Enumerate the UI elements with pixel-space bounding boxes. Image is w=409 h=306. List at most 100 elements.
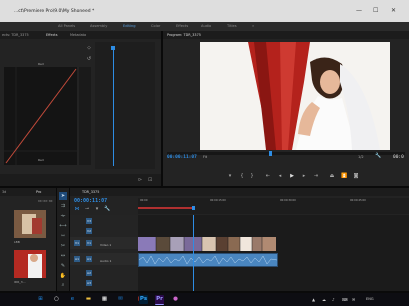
track-target-v3[interactable]: V3 <box>86 218 92 224</box>
program-playhead[interactable] <box>269 151 272 156</box>
workspace-color[interactable]: Color <box>151 24 160 28</box>
play-icon[interactable]: ▶ <box>289 173 295 179</box>
filter-icon[interactable]: ⊳ <box>138 177 142 183</box>
store-icon[interactable]: ▦ <box>100 295 109 304</box>
track-target-a2[interactable]: A2 <box>86 270 92 276</box>
track-target-v1[interactable]: V1 <box>86 240 92 246</box>
premiere-icon[interactable]: Pr <box>155 295 164 305</box>
ripple-edit-tool-icon[interactable]: ⟛ <box>59 212 67 220</box>
workspace-more[interactable]: » <box>252 24 254 28</box>
tab-effects[interactable]: Effects <box>46 33 58 37</box>
program-fit-dropdown[interactable]: Fit <box>203 155 207 159</box>
add-marker-icon[interactable]: ▾ <box>94 206 100 212</box>
tab-effect-controls[interactable]: ects: TDR_3375 <box>2 33 29 37</box>
minimize-button[interactable]: — <box>356 7 362 14</box>
tab-timeline-sequence[interactable]: TDR_3375 <box>82 190 99 194</box>
ruler-label-2: 00:00:30:00 <box>280 199 296 202</box>
timeline-settings-icon[interactable]: 🔧 <box>104 206 110 212</box>
go-to-in-icon[interactable]: ⇤ <box>265 173 271 179</box>
track-header-v1[interactable]: V1 V1 Video 1 <box>70 237 138 249</box>
windows-taskbar: ⊞ ○ e ▬ ▦ ✉ ■ Ps Pr ● ▲ ☁ ♪ ⌨ ✉ ENG <box>0 293 409 306</box>
timeline-playhead[interactable] <box>192 206 195 210</box>
selection-tool-icon[interactable]: ➤ <box>59 192 67 200</box>
tab-metadata[interactable]: Metadata <box>70 33 86 37</box>
linked-selection-icon[interactable]: ⊸ <box>84 206 90 212</box>
track-header-v3[interactable]: V3 <box>70 217 138 225</box>
reset-icon[interactable]: ↺ <box>86 56 92 62</box>
workspace-titles[interactable]: Titles <box>227 24 237 28</box>
extract-icon[interactable]: ⏫ <box>341 173 347 179</box>
timeline-ruler[interactable]: 00:00 00:00:15:00 00:00:30:00 00:00:45:0… <box>138 198 409 214</box>
source-patch-v1[interactable]: V1 <box>74 240 80 246</box>
track-header-v2[interactable]: V2 <box>70 227 138 235</box>
program-video-frame[interactable] <box>200 42 390 150</box>
track-select-tool-icon[interactable]: ⇉ <box>59 202 67 210</box>
export-icon[interactable]: ⊡ <box>148 177 152 183</box>
photoshop-icon[interactable]: Ps <box>139 295 148 304</box>
tab-project-3d[interactable]: 3d <box>2 190 6 194</box>
track-name-v1: Video 1 <box>100 243 112 247</box>
audio-clip[interactable] <box>138 253 278 267</box>
start-icon[interactable]: ⊞ <box>36 295 45 304</box>
track-target-a3[interactable]: A3 <box>86 280 92 286</box>
volume-icon[interactable]: ♪ <box>332 297 335 302</box>
window-title: ...ct\Premiere Pro\9.0\My Shoneed * <box>14 9 95 14</box>
curve-top-label: Red <box>38 62 44 66</box>
onedrive-icon[interactable]: ☁ <box>322 297 326 302</box>
project-panel: 3d Pro 00:00:00 LBB IDR_3... <box>0 188 56 291</box>
mark-out-bracket-icon[interactable]: } <box>249 173 255 179</box>
settings-wrench-icon[interactable]: 🔧 <box>375 153 381 159</box>
pen-tool-icon[interactable]: ✎ <box>59 262 67 270</box>
track-headers: V3 V2 V1 V1 Video 1 A1 A1 Audio 1 A2 A3 <box>70 215 138 291</box>
track-header-a2[interactable]: A2 <box>70 269 138 277</box>
zoom-tool-icon[interactable]: ⌕ <box>59 281 67 289</box>
track-target-v2[interactable]: V2 <box>86 228 92 234</box>
track-lanes[interactable] <box>138 215 409 291</box>
project-thumbnail-1[interactable] <box>14 210 46 238</box>
video-clip-strip[interactable] <box>138 237 276 251</box>
rgb-curves-graph[interactable]: Red Red <box>4 62 77 165</box>
track-target-a1[interactable]: A1 <box>86 256 92 262</box>
audio-waveform <box>139 255 277 265</box>
step-back-icon[interactable]: ◂ <box>277 173 283 179</box>
language-indicator[interactable]: ENG <box>366 297 374 301</box>
workspace-all-panels[interactable]: All Panels <box>58 24 75 28</box>
slip-tool-icon[interactable]: ↔ <box>59 252 67 260</box>
export-frame-icon[interactable]: ◙ <box>353 173 359 179</box>
track-header-a1[interactable]: A1 A1 Audio 1 <box>70 253 138 265</box>
track-header-a3[interactable]: A3 <box>70 279 138 287</box>
source-patch-a1[interactable]: A1 <box>74 256 80 262</box>
project-thumbnail-2[interactable] <box>14 250 46 278</box>
mark-in-icon[interactable]: ▾ <box>227 173 233 179</box>
tray-overflow-icon[interactable]: ▲ <box>312 297 315 302</box>
work-area-bar[interactable] <box>138 207 192 209</box>
keyboard-icon[interactable]: ⌨ <box>342 297 348 302</box>
edge-icon[interactable]: e <box>68 295 77 304</box>
workspace-audio[interactable]: Audio <box>201 24 211 28</box>
program-timecode[interactable]: 00:00:11:07 <box>167 155 197 160</box>
close-button[interactable]: ✕ <box>391 7 396 14</box>
notification-icon[interactable]: ✉ <box>352 297 355 302</box>
hand-tool-icon[interactable]: ✋ <box>59 272 67 280</box>
go-to-out-icon[interactable]: ⇥ <box>313 173 319 179</box>
razor-tool-icon[interactable]: ✂ <box>59 242 67 250</box>
mail-icon[interactable]: ✉ <box>116 295 125 304</box>
media-icon[interactable]: ● <box>171 295 180 304</box>
workspace-editing[interactable]: Editing <box>123 24 136 28</box>
search-icon[interactable]: ○ <box>52 295 61 304</box>
workspace-assembly[interactable]: Assembly <box>90 24 107 28</box>
maximize-button[interactable]: ☐ <box>373 7 378 14</box>
tab-program[interactable]: Program: TDR_3375 <box>167 33 201 37</box>
mark-in-bracket-icon[interactable]: { <box>239 173 245 179</box>
program-resolution-dropdown[interactable]: 1/2 <box>358 155 364 159</box>
snap-icon[interactable]: ⋈ <box>74 206 80 212</box>
step-forward-icon[interactable]: ▸ <box>301 173 307 179</box>
rolling-edit-tool-icon[interactable]: ⟷ <box>59 222 67 230</box>
explorer-icon[interactable]: ▬ <box>84 295 93 304</box>
keyframe-icon[interactable]: ⬦ <box>86 45 92 51</box>
tab-project[interactable]: Pro <box>36 190 41 194</box>
workspace-effects[interactable]: Effects <box>176 24 188 28</box>
rate-stretch-tool-icon[interactable]: ⇿ <box>59 232 67 240</box>
lift-icon[interactable]: ⏏ <box>329 173 335 179</box>
timeline-timecode[interactable]: 00:00:11:07 <box>74 198 107 204</box>
